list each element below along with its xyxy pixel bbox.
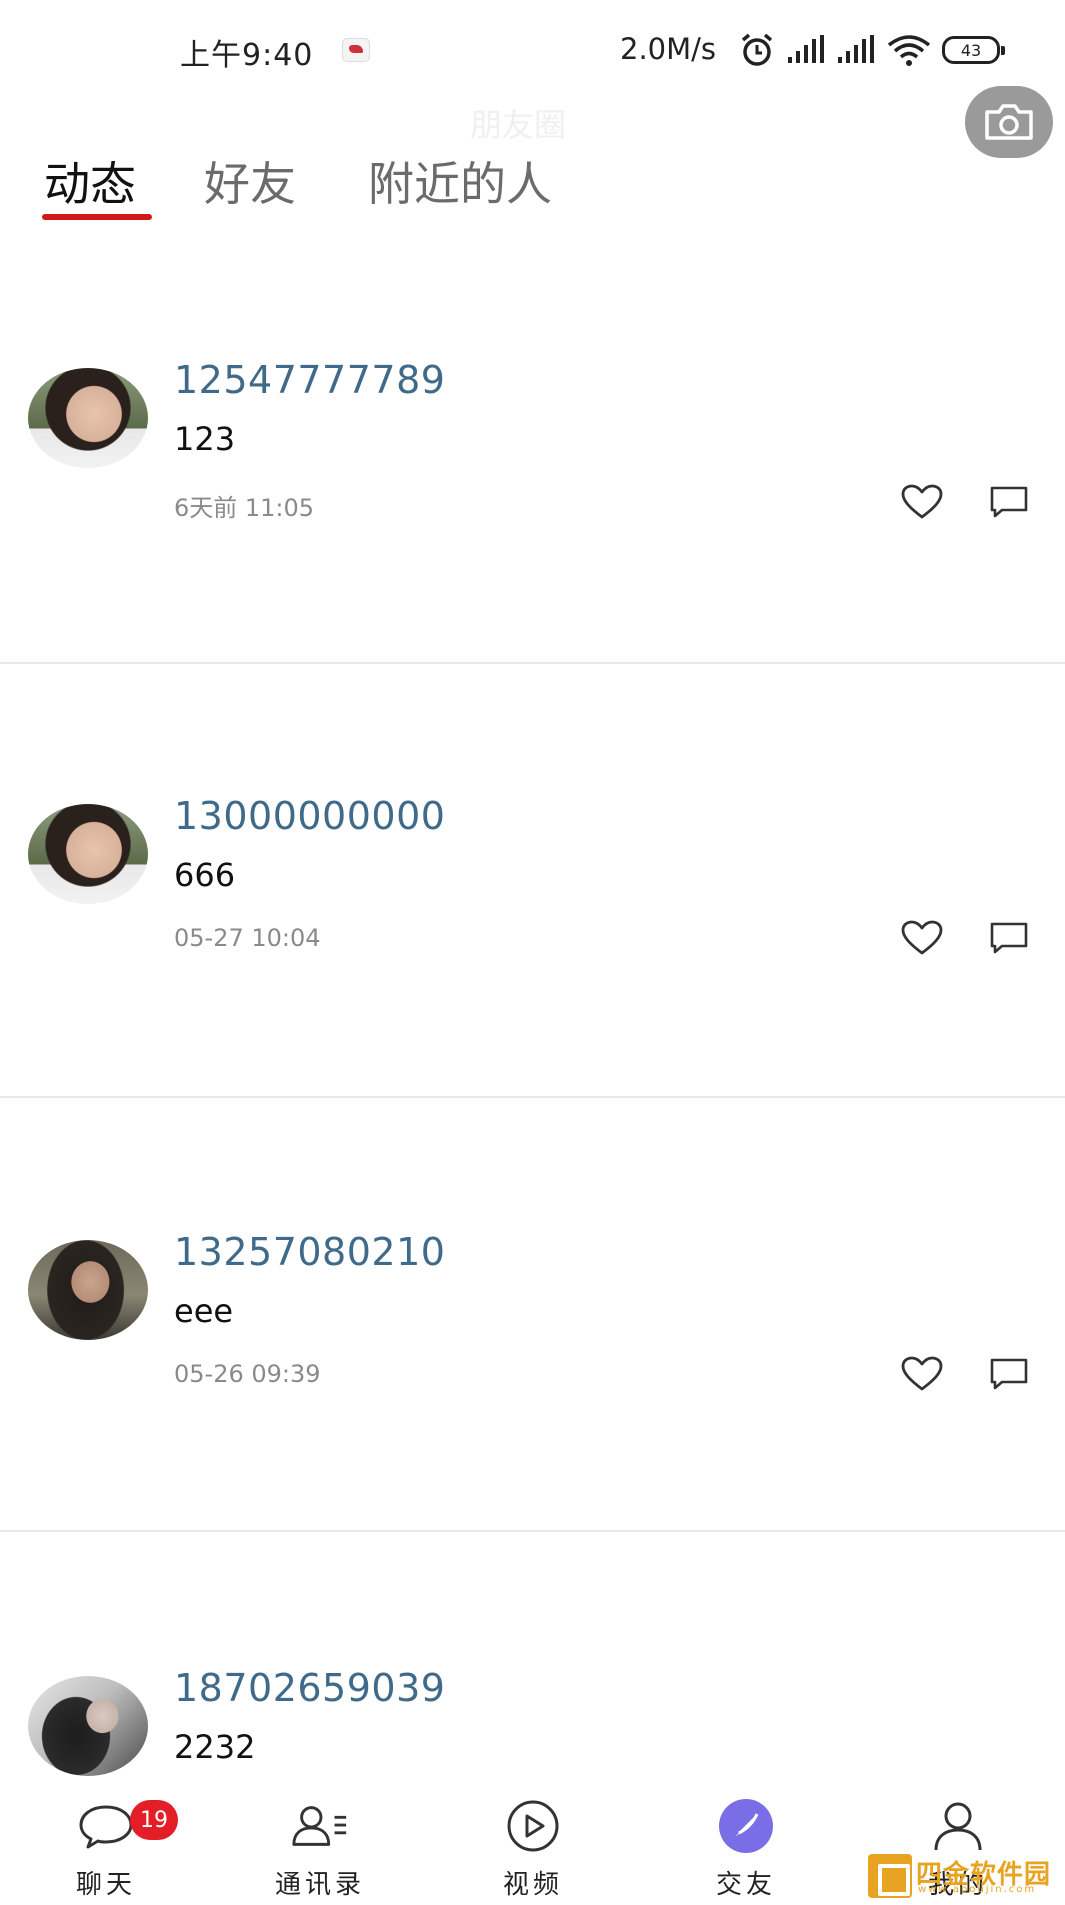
nav-label: 视频 — [502, 1870, 563, 1900]
signal-icon-2 — [838, 35, 874, 63]
post-card: 12547777789 123 6天前 11:05 — [0, 230, 1065, 664]
nav-label: 交友 — [715, 1870, 776, 1900]
post-content: 666 — [174, 856, 236, 894]
avatar[interactable] — [28, 804, 148, 904]
post-time: 6天前 11:05 — [174, 494, 315, 522]
post-content: eee — [174, 1292, 234, 1330]
post-username[interactable]: 18702659039 — [174, 1666, 445, 1710]
avatar[interactable] — [28, 368, 148, 468]
comment-icon — [990, 1358, 1028, 1390]
status-icons: 43 — [738, 30, 1005, 70]
post-username[interactable]: 12547777789 — [174, 358, 445, 402]
post-card: 13000000000 666 05-27 10:04 — [0, 664, 1065, 1098]
avatar[interactable] — [28, 1240, 148, 1340]
heart-icon — [901, 1356, 943, 1391]
post-card: 13257080210 eee 05-26 09:39 — [0, 1098, 1065, 1532]
active-tab-indicator — [42, 214, 152, 220]
watermark-logo — [868, 1854, 912, 1898]
camera-icon — [985, 104, 1033, 140]
nav-item-discover[interactable]: 交友 — [686, 1786, 806, 1905]
comment-button[interactable] — [985, 1354, 1033, 1394]
wifi-icon — [887, 35, 931, 66]
signal-icon — [788, 35, 824, 63]
tab-moments[interactable]: 动态 — [44, 148, 136, 214]
network-speed: 2.0M/s — [620, 32, 717, 66]
compass-icon — [716, 1798, 776, 1854]
comment-button[interactable] — [985, 482, 1033, 522]
unread-badge: 19 — [130, 1800, 178, 1840]
like-button[interactable] — [898, 1354, 946, 1394]
battery-icon: 43 — [942, 36, 1005, 64]
post-username[interactable]: 13000000000 — [174, 794, 445, 838]
comment-button[interactable] — [985, 918, 1033, 958]
tab-friends[interactable]: 好友 — [204, 148, 296, 214]
chat-icon — [76, 1798, 136, 1854]
post-username[interactable]: 13257080210 — [174, 1230, 445, 1274]
post-content: 2232 — [174, 1728, 256, 1766]
nav-label: 聊天 — [75, 1870, 136, 1900]
faint-page-title: 朋友圈 — [470, 106, 567, 144]
comment-icon — [990, 922, 1028, 954]
post-time: 05-27 10:04 — [174, 924, 321, 952]
heart-icon — [901, 484, 943, 519]
battery-level: 43 — [960, 40, 982, 60]
moments-feed: 12547777789 123 6天前 11:05 13000000000 66… — [0, 230, 1065, 1905]
post-content: 123 — [174, 420, 236, 458]
video-play-icon — [503, 1798, 563, 1854]
like-button[interactable] — [898, 918, 946, 958]
status-bar: 上午9:40 2.0M/s 43 — [0, 0, 1065, 100]
nav-item-video[interactable]: 视频 — [473, 1786, 593, 1905]
heart-icon — [901, 920, 943, 955]
nav-item-chat[interactable]: 19 聊天 — [46, 1786, 178, 1905]
watermark: 四金软件园 www.apoujin.com — [868, 1852, 1065, 1902]
post-time: 05-26 09:39 — [174, 1360, 321, 1388]
tab-bar: 动态 好友 附近的人 — [0, 148, 1065, 228]
avatar[interactable] — [28, 1676, 148, 1776]
watermark-url: www.apoujin.com — [918, 1884, 1037, 1895]
alarm-icon — [741, 33, 773, 66]
like-button[interactable] — [898, 482, 946, 522]
nav-item-contacts[interactable]: 通讯录 — [260, 1786, 380, 1905]
nav-label: 通讯录 — [274, 1870, 365, 1900]
comment-icon — [990, 486, 1028, 518]
tab-nearby[interactable]: 附近的人 — [368, 148, 552, 214]
status-time: 上午9:40 — [180, 38, 314, 73]
profile-icon — [928, 1798, 988, 1854]
contacts-icon — [290, 1798, 350, 1854]
app-notification-icon — [342, 38, 370, 62]
